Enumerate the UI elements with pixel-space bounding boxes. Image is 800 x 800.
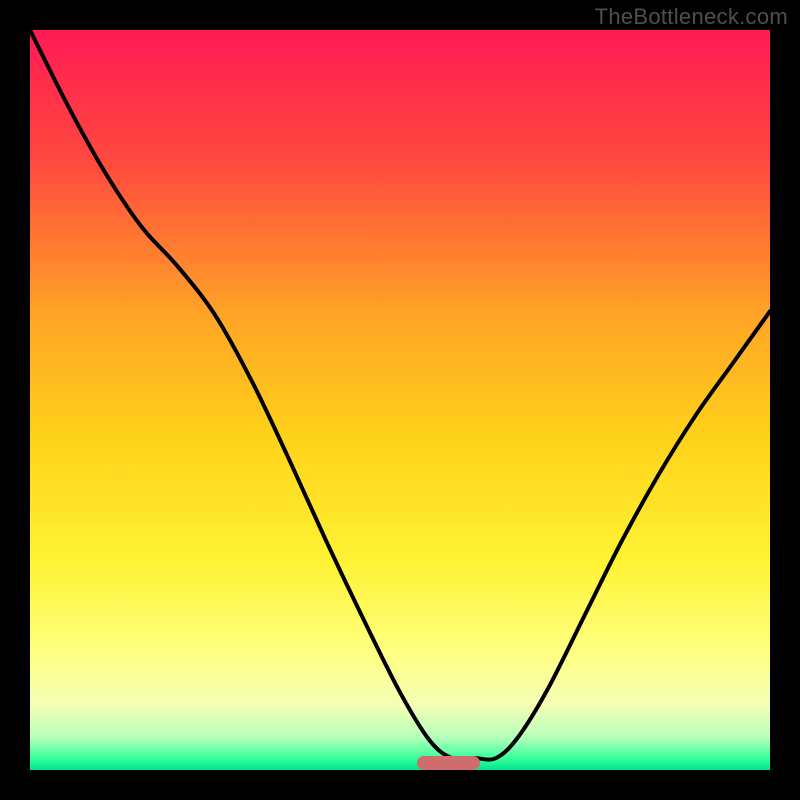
optimum-marker [417, 756, 480, 770]
chart-container: TheBottleneck.com [0, 0, 800, 800]
bottleneck-curve [30, 30, 770, 770]
watermark-text: TheBottleneck.com [595, 4, 788, 30]
plot-area [30, 30, 770, 770]
